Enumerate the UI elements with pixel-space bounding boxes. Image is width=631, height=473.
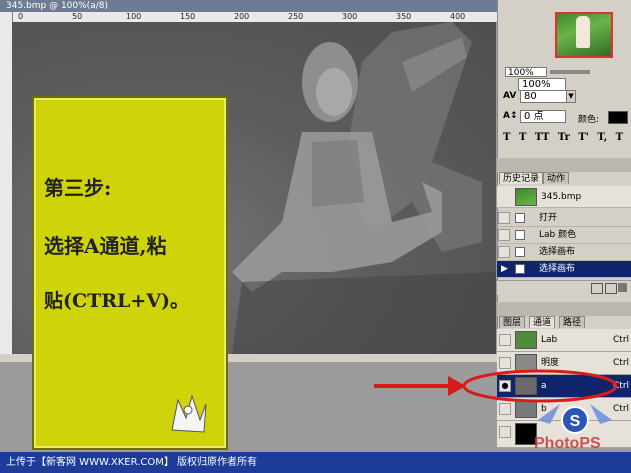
allcaps-button[interactable]: TT xyxy=(535,132,550,143)
tracking-icon: AV xyxy=(503,91,517,101)
snapshot-thumbnail xyxy=(515,188,537,206)
visibility-toggle[interactable] xyxy=(499,334,511,346)
ruler-mark: 0 xyxy=(18,12,24,21)
tracking-field[interactable]: 80 xyxy=(520,90,568,103)
ruler-mark: 400 xyxy=(450,12,466,21)
color-swatch[interactable] xyxy=(608,111,628,124)
history-item-label: 打开 xyxy=(539,213,558,223)
history-checkbox[interactable] xyxy=(498,246,510,258)
watermark-logo: S PhotoPS xyxy=(534,404,612,452)
fairy-icon xyxy=(171,394,207,433)
watermark-text: PhotoPS xyxy=(534,435,601,452)
instruction-step: 第三步: xyxy=(44,176,112,200)
instruction-line: 选择A通道,粘 xyxy=(44,234,167,258)
new-snapshot-icon[interactable] xyxy=(591,283,603,294)
channels-panel-header xyxy=(497,302,631,316)
history-item[interactable]: Lab 颜色 xyxy=(497,227,631,244)
tab-actions[interactable]: 动作 xyxy=(543,172,570,184)
ruler-mark: 150 xyxy=(180,12,196,21)
channel-thumbnail xyxy=(515,331,537,349)
navigator-zoom-slider[interactable] xyxy=(550,70,590,74)
document-title: 345.bmp @ 100%(a/8) xyxy=(6,1,108,11)
tab-history[interactable]: 历史记录 xyxy=(499,172,544,184)
chevron-down-icon[interactable]: ▼ xyxy=(566,90,576,103)
history-item[interactable]: 选择画布 xyxy=(497,244,631,261)
bold-button[interactable]: T xyxy=(503,132,510,143)
ruler-mark: 100 xyxy=(126,12,142,21)
channel-row-lab[interactable]: Lab Ctrl xyxy=(497,329,631,352)
baseline-field[interactable]: 0 点 xyxy=(520,110,566,123)
history-state-pointer-icon: ▶ xyxy=(501,264,508,274)
ruler-mark: 350 xyxy=(396,12,412,21)
navigator-figure xyxy=(576,16,590,48)
history-checkbox[interactable] xyxy=(498,229,510,241)
tab-paths[interactable]: 路径 xyxy=(559,316,586,328)
subscript-button[interactable]: T, xyxy=(597,132,607,143)
superscript-button[interactable]: T' xyxy=(578,132,589,143)
smallcaps-button[interactable]: Tr xyxy=(558,132,570,143)
footer-text: 上传于【新客网 WWW.XKER.COM】 版权归原作者所有 xyxy=(6,457,258,468)
history-item-label: Lab 颜色 xyxy=(539,230,577,240)
svg-text:S: S xyxy=(570,413,581,430)
italic-button[interactable]: T xyxy=(519,132,526,143)
document-title-bar[interactable]: 345.bmp @ 100%(a/8) xyxy=(0,0,497,12)
channel-shortcut: Ctrl xyxy=(613,335,630,345)
tab-layers[interactable]: 图层 xyxy=(499,316,526,328)
history-checkbox[interactable] xyxy=(498,212,510,224)
instruction-line: 贴(CTRL+V)。 xyxy=(44,290,190,312)
history-item-label: 选择画布 xyxy=(539,264,576,274)
document-icon xyxy=(515,247,525,257)
instruction-card: 第三步: 选择A通道,粘 贴(CTRL+V)。 xyxy=(32,96,228,450)
ruler-mark: 200 xyxy=(234,12,250,21)
document-icon xyxy=(515,230,525,240)
new-document-icon[interactable] xyxy=(605,283,617,294)
visibility-toggle[interactable] xyxy=(499,426,511,438)
tab-channels[interactable]: 通道 xyxy=(529,316,556,328)
ruler-mark: 300 xyxy=(342,12,358,21)
snapshot-name: 345.bmp xyxy=(541,192,582,202)
text-style-buttons[interactable]: T T TT Tr T' T, T xyxy=(503,132,623,143)
ruler-mark: 250 xyxy=(288,12,304,21)
trash-icon[interactable] xyxy=(618,283,627,292)
underline-button[interactable]: T xyxy=(616,132,623,143)
history-item-label: 选择画布 xyxy=(539,247,576,257)
history-snapshot[interactable]: 345.bmp xyxy=(497,186,631,208)
history-item[interactable]: 打开 xyxy=(497,210,631,227)
channel-name: Lab xyxy=(541,335,558,345)
document-icon xyxy=(515,264,525,274)
document-icon xyxy=(515,213,525,223)
history-panel-header xyxy=(497,158,631,172)
footer-credit: 上传于【新客网 WWW.XKER.COM】 版权归原作者所有 xyxy=(0,452,631,473)
ruler-mark: 50 xyxy=(72,12,83,21)
color-label: 颜色: xyxy=(578,115,600,125)
navigator-zoom-field[interactable]: 100% xyxy=(505,67,547,78)
history-item-selected[interactable]: ▶ 选择画布 xyxy=(497,261,631,278)
history-panel-footer xyxy=(497,280,631,295)
baseline-icon: A↕ xyxy=(503,111,518,121)
